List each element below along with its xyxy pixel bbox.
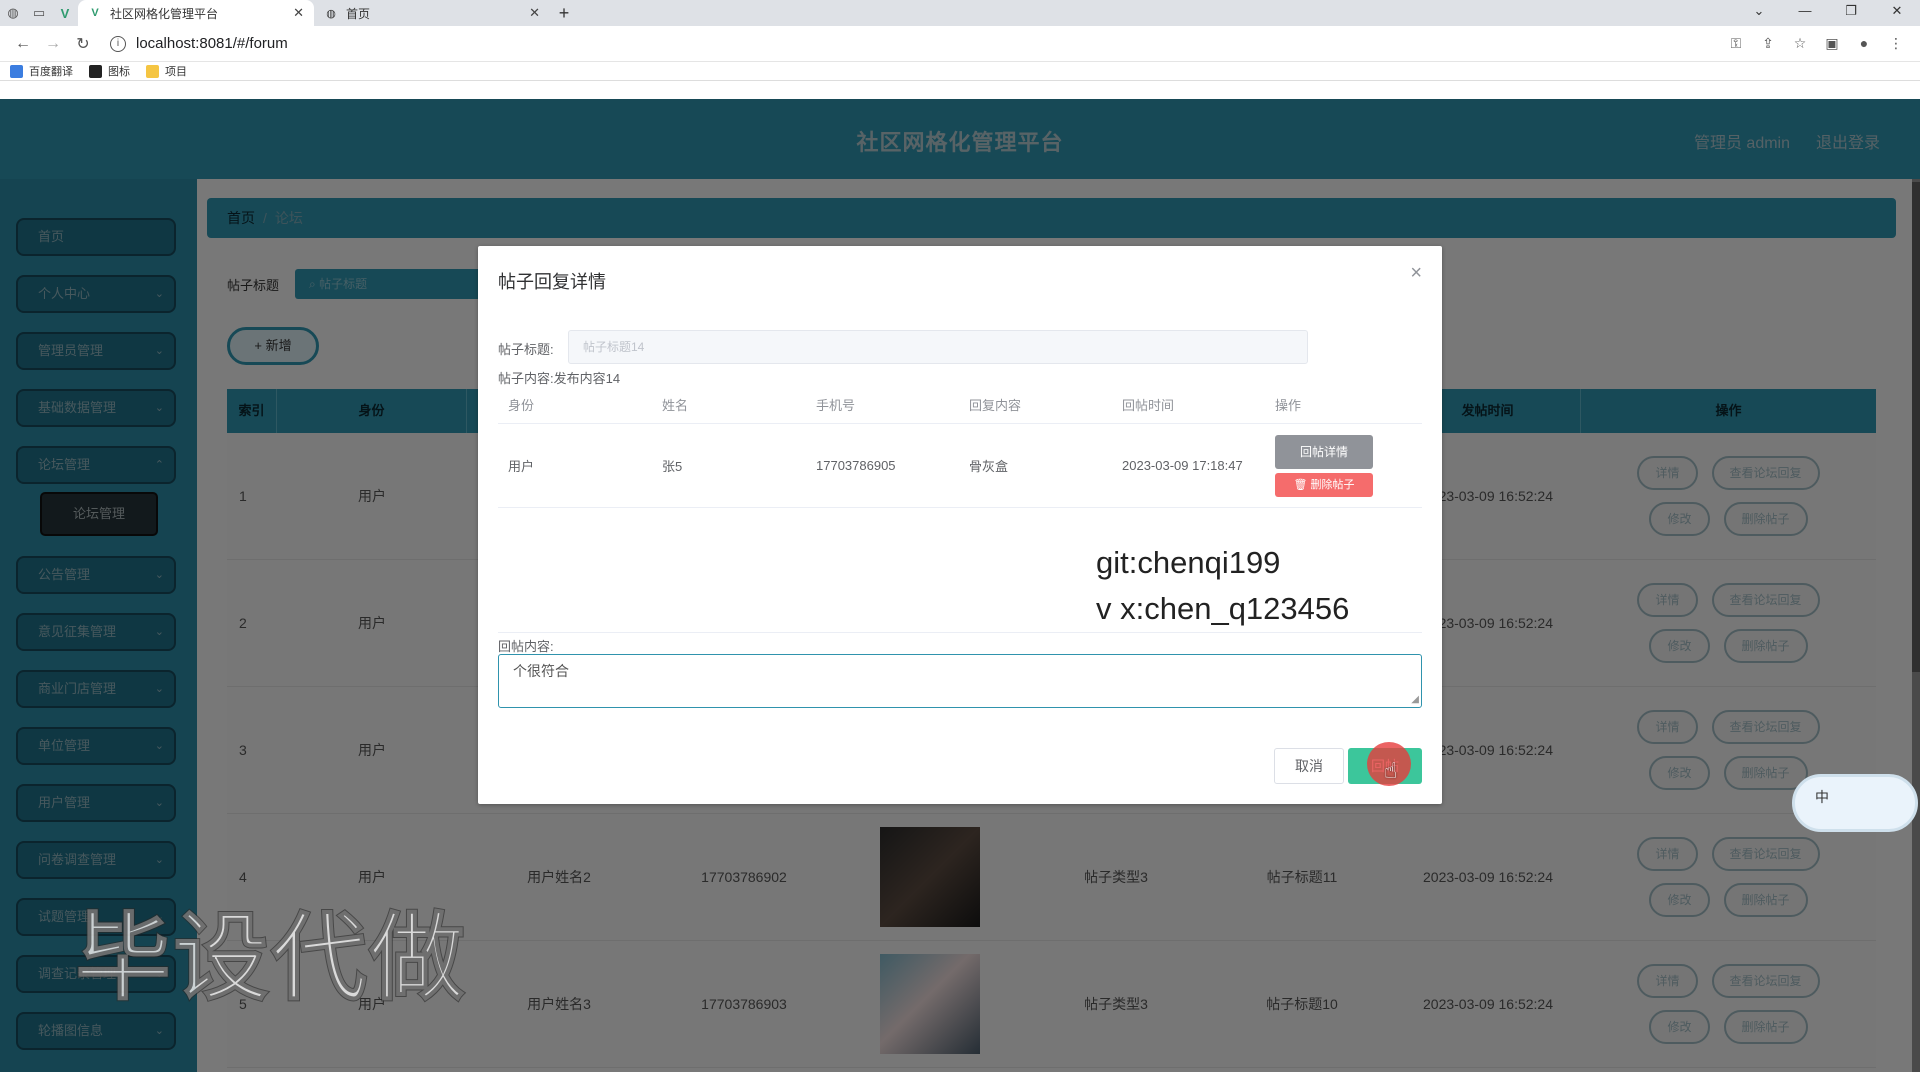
address-bar: ← → ↻ i localhost:8081/#/forum ⚿ ⇪ ☆ ▣ ●… (0, 26, 1920, 62)
reply-table-header: 身份 姓名 手机号 回复内容 回帖时间 操作 (498, 388, 1422, 424)
reply-detail-button[interactable]: 回帖详情 (1275, 434, 1373, 469)
menu-dots-icon[interactable]: ⋮ (1880, 35, 1912, 52)
bookmark-item[interactable]: 百度翻译 (10, 63, 73, 79)
info-icon[interactable]: i (110, 35, 126, 52)
restore-button[interactable]: ❐ (1828, 0, 1874, 22)
star-icon[interactable]: ☆ (1784, 35, 1816, 52)
url-field[interactable]: i localhost:8081/#/forum (98, 30, 1720, 58)
bookmark-item[interactable]: 项目 (146, 63, 187, 79)
tab-title: 首页 (346, 6, 371, 21)
contact-overlay: git:chenqi199 v x:chen_q123456 (1096, 545, 1350, 626)
close-icon[interactable]: ✕ (529, 5, 540, 21)
scrollbar-thumb[interactable] (1912, 182, 1920, 672)
forward-icon[interactable]: → (38, 35, 68, 53)
new-tab-button[interactable]: + (550, 0, 578, 26)
post-title-label: 帖子标题: (498, 342, 554, 357)
image-icon (89, 64, 102, 78)
divider (498, 632, 1422, 633)
close-icon[interactable]: × (1410, 262, 1422, 285)
window-controls: ⌄ — ❐ ✕ (1736, 0, 1920, 22)
reply-detail-dialog: 帖子回复详情 × 帖子标题: 帖子标题14 帖子内容:发布内容14 身份 姓名 … (478, 246, 1442, 804)
reply-actions: 回帖详情 🗑 删除帖子 (1265, 434, 1422, 497)
hand-cursor-icon: ☝ (1384, 758, 1398, 783)
share-icon[interactable]: ⇪ (1752, 35, 1784, 52)
bookmark-item[interactable]: 图标 (89, 63, 130, 79)
globe-icon: ◍ (326, 7, 336, 20)
tab-title: 社区网格化管理平台 (110, 6, 219, 21)
tab-home[interactable]: ◍ 首页 ✕ (314, 0, 550, 26)
profile-icon[interactable]: ● (1848, 35, 1880, 52)
ime-widget[interactable]: 中 (1792, 774, 1918, 832)
minimize-button[interactable]: — (1782, 0, 1828, 22)
folder-icon (146, 64, 159, 78)
key-icon[interactable]: ⚿ (1720, 35, 1752, 52)
tab-platform[interactable]: V 社区网格化管理平台 ✕ (78, 0, 314, 26)
vue-icon[interactable]: V (52, 0, 78, 26)
watermark-text: 毕设代做 (74, 901, 467, 1015)
translate-icon (10, 64, 23, 78)
tab-search-icon[interactable]: ⌄ (1736, 0, 1782, 22)
post-content: 帖子内容:发布内容14 (498, 371, 621, 386)
reload-icon[interactable]: ↻ (68, 34, 98, 54)
vue-logo-icon: V (91, 7, 99, 19)
back-icon[interactable]: ← (8, 35, 38, 53)
close-icon[interactable]: ✕ (293, 5, 304, 21)
delete-post-button[interactable]: 🗑 删除帖子 (1275, 472, 1373, 497)
trash-icon: 🗑 (1293, 478, 1311, 491)
browser-tab-strip: ◍ ▭ V V 社区网格化管理平台 ✕ ◍ 首页 ✕ + ⌄ — ❐ ✕ (0, 0, 1920, 26)
reply-table: 身份 姓名 手机号 回复内容 回帖时间 操作 用户 张5 17703786905… (498, 388, 1422, 508)
post-title-field: 帖子标题14 (568, 330, 1308, 364)
dialog-title: 帖子回复详情 (498, 272, 606, 292)
reply-content-textarea[interactable]: 个很符合 ◢ (498, 654, 1422, 708)
globe-icon[interactable]: ◍ (0, 0, 26, 26)
sidepanel-icon[interactable]: ▣ (1816, 35, 1848, 52)
url-text: localhost:8081/#/forum (136, 35, 288, 52)
resize-handle-icon[interactable]: ◢ (1411, 694, 1419, 705)
reply-content-label: 回帖内容: (498, 639, 554, 654)
cancel-button[interactable]: 取消 (1274, 748, 1344, 784)
table-row: 用户 张5 17703786905 骨灰盒 2023-03-09 17:18:4… (498, 424, 1422, 508)
blank-tab-icon[interactable]: ▭ (26, 0, 52, 26)
close-window-button[interactable]: ✕ (1874, 0, 1920, 22)
bookmarks-bar: 百度翻译 图标 项目 (0, 62, 1920, 81)
